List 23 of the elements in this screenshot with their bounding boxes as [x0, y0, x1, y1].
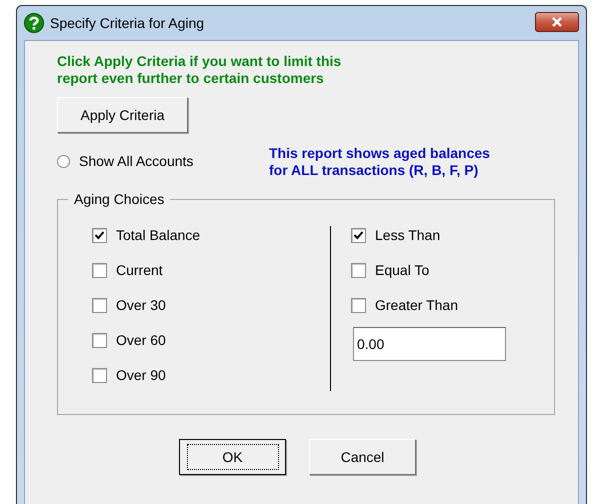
comparison-checkbox[interactable]: Less Than: [351, 226, 506, 244]
period-checkbox[interactable]: Over 90: [92, 366, 330, 384]
window-title: Specify Criteria for Aging: [50, 15, 206, 31]
amount-field[interactable]: 0.00: [353, 327, 506, 361]
cancel-button[interactable]: Cancel: [309, 439, 416, 475]
close-button[interactable]: [535, 12, 579, 32]
checkmark-icon: [94, 230, 105, 240]
period-checkbox[interactable]: Over 60: [92, 331, 330, 349]
note-text: This report shows aged balances: [269, 145, 490, 162]
show-all-radio[interactable]: Show All Accounts: [57, 153, 269, 169]
instruction-text: Click Apply Criteria if you want to limit this: [57, 53, 342, 70]
note-text: for ALL transactions (R, B, F, P): [269, 162, 480, 179]
ok-button[interactable]: OK: [179, 439, 286, 475]
close-icon: [551, 17, 563, 27]
apply-criteria-button[interactable]: Apply Criteria: [57, 97, 188, 133]
comparison-checkbox[interactable]: Equal To: [351, 261, 506, 279]
instruction-text: report even further to certain customers: [57, 70, 325, 87]
period-checkbox[interactable]: Total Balance: [92, 226, 330, 244]
comparison-checkbox[interactable]: Greater Than: [351, 296, 506, 314]
period-checkbox[interactable]: Over 30: [92, 296, 330, 314]
checkmark-icon: [353, 230, 364, 240]
period-checkbox[interactable]: Current: [92, 261, 330, 279]
help-icon: [24, 13, 44, 33]
